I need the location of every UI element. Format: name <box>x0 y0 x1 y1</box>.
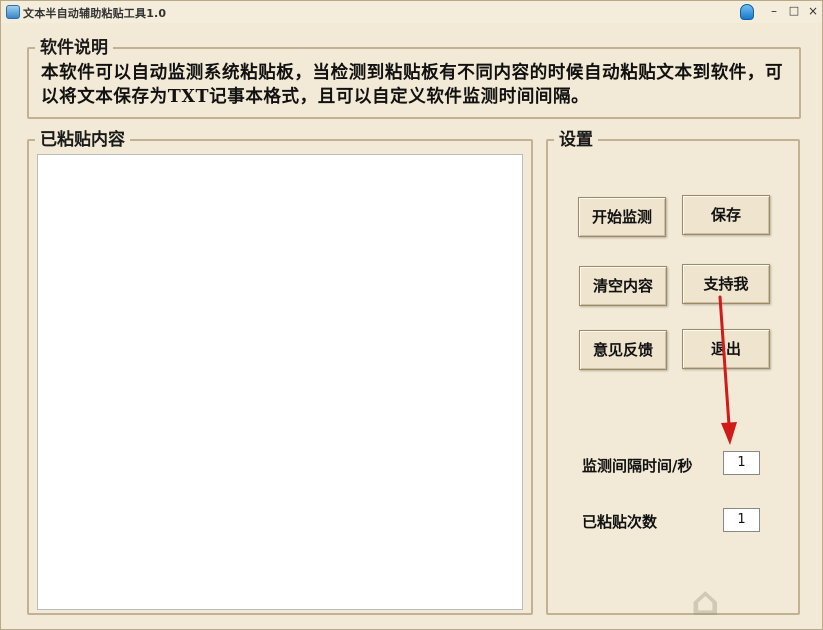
clear-content-button[interactable]: 清空内容 <box>579 266 667 306</box>
feedback-button[interactable]: 意见反馈 <box>579 330 667 370</box>
description-legend: 软件说明 <box>35 37 113 59</box>
paste-count-label: 已粘贴次数 <box>582 513 658 531</box>
pasted-content-textarea[interactable] <box>37 154 523 610</box>
maximize-button[interactable]: □ <box>786 3 802 19</box>
settings-legend: 设置 <box>554 129 598 151</box>
paste-count-field: 1 <box>723 508 760 532</box>
app-window: 文本半自动辅助粘贴工具1.0 – □ × 软件说明 本软件可以自动监测系统粘贴板… <box>0 0 823 630</box>
title-bar[interactable]: 文本半自动辅助粘贴工具1.0 – □ × <box>1 1 822 23</box>
description-group: 软件说明 本软件可以自动监测系统粘贴板，当检测到粘贴板有不同内容的时候自动粘贴文… <box>27 37 801 119</box>
interval-label: 监测间隔时间/秒 <box>582 457 693 475</box>
save-button[interactable]: 保存 <box>682 195 770 235</box>
pasted-content-legend: 已粘贴内容 <box>35 129 130 151</box>
close-button[interactable]: × <box>805 3 821 19</box>
pasted-content-group: 已粘贴内容 <box>27 129 533 615</box>
skin-shirt-icon[interactable] <box>740 4 754 20</box>
app-icon <box>6 5 20 19</box>
window-title: 文本半自动辅助粘贴工具1.0 <box>23 7 167 20</box>
interval-input[interactable]: 1 <box>723 451 760 475</box>
minimize-button[interactable]: – <box>766 3 782 19</box>
description-text: 本软件可以自动监测系统粘贴板，当检测到粘贴板有不同内容的时候自动粘贴文本到软件，… <box>41 63 784 107</box>
support-me-button[interactable]: 支持我 <box>682 264 770 304</box>
start-monitor-button[interactable]: 开始监测 <box>578 197 666 237</box>
exit-button[interactable]: 退出 <box>682 329 770 369</box>
watermark-logo: ⌂ <box>691 579 722 625</box>
settings-group: 设置 开始监测 保存 清空内容 支持我 意见反馈 退出 监测间隔时间/秒 1 已… <box>546 129 800 615</box>
